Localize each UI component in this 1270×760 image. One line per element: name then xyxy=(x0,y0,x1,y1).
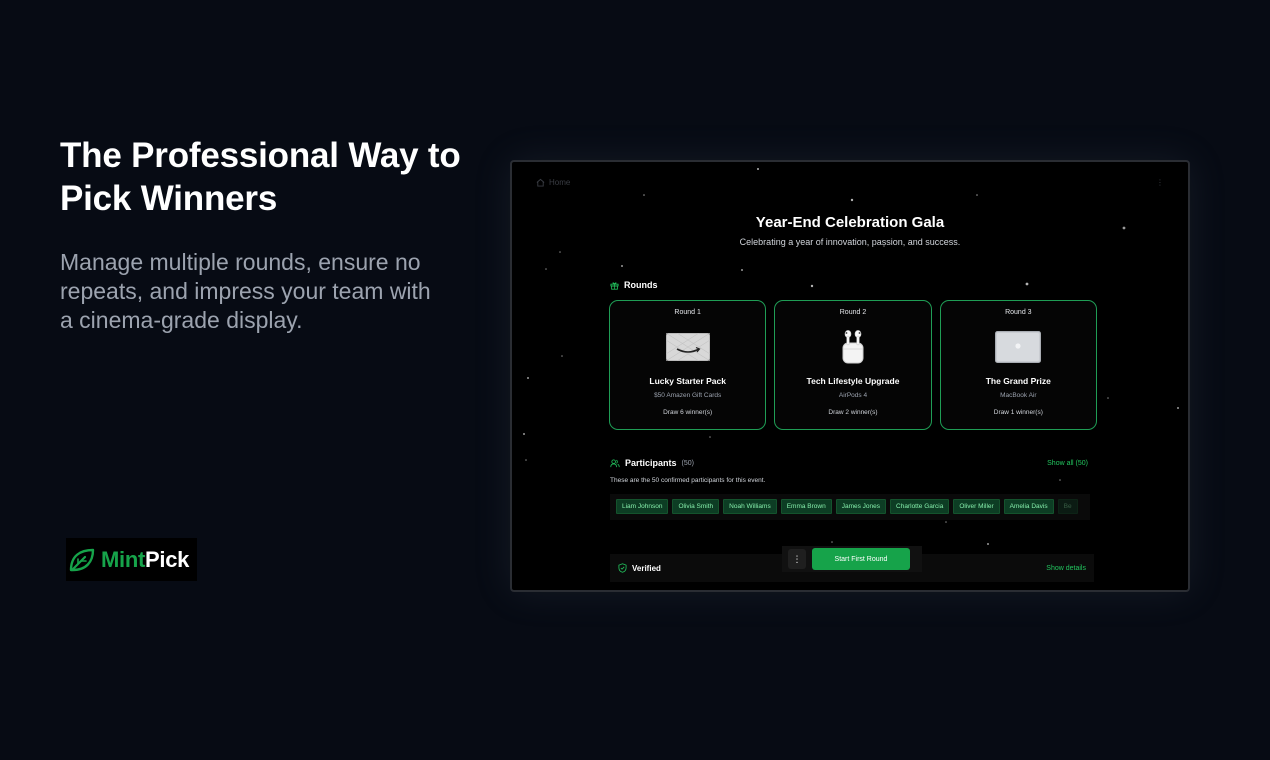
action-bar: ⋮ Start First Round xyxy=(782,546,922,572)
round-number: Round 2 xyxy=(839,309,867,316)
prize-description: $50 Amazen Gift Cards xyxy=(654,392,722,399)
leaf-icon xyxy=(69,548,95,571)
round-cards: Round 1 Lucky Starter Pack $50 Amazen Gi… xyxy=(609,300,1097,430)
participant-chip: Oliver Miller xyxy=(953,499,1000,514)
shield-check-icon xyxy=(618,563,627,573)
home-label: Home xyxy=(549,177,571,187)
verified-status: Verified xyxy=(618,563,661,573)
rounds-header: Rounds xyxy=(610,280,658,290)
gift-icon xyxy=(610,281,619,290)
participant-chip: Olivia Smith xyxy=(672,499,720,514)
prize-name: The Grand Prize xyxy=(985,376,1051,386)
prize-name: Lucky Starter Pack xyxy=(649,376,726,386)
gift-card-image xyxy=(665,328,710,366)
home-icon xyxy=(536,178,545,187)
topbar-menu-icon[interactable]: ⋮ xyxy=(1156,178,1164,187)
app-topbar: Home ⋮ xyxy=(512,174,1188,190)
participant-chip: Emma Brown xyxy=(780,499,832,514)
app-screenshot: Home ⋮ Year-End Celebration Gala Celebra… xyxy=(510,160,1190,592)
rounds-label: Rounds xyxy=(624,280,658,290)
hero-subtitle: Manage multiple rounds, ensure no repeat… xyxy=(60,249,431,333)
participant-chips: Liam Johnson Olivia Smith Noah Williams … xyxy=(610,494,1090,520)
event-subtitle: Celebrating a year of innovation, passio… xyxy=(739,237,961,247)
round-card[interactable]: Round 2 Tech Lifestyle Upgrade AirPods 4… xyxy=(774,300,932,430)
participants-count: (50) xyxy=(681,459,694,467)
participant-chip: Be xyxy=(1057,499,1078,514)
draw-count: Draw 2 winner(s) xyxy=(828,409,878,416)
brand-name: MintPick xyxy=(101,547,189,573)
event-title: Year-End Celebration Gala xyxy=(755,214,945,231)
draw-count: Draw 1 winner(s) xyxy=(993,409,1043,416)
participant-chip: Noah Williams xyxy=(723,499,777,514)
participants-note: These are the 50 confirmed participants … xyxy=(610,477,766,484)
home-link[interactable]: Home xyxy=(536,178,570,187)
brand-name-mint: Mint xyxy=(101,546,146,572)
brand-logo: MintPick xyxy=(66,538,197,581)
prize-name: Tech Lifestyle Upgrade xyxy=(806,376,900,386)
hero-title: The Professional Way to Pick Winners xyxy=(60,136,461,218)
draw-count: Draw 6 winner(s) xyxy=(663,409,713,416)
participant-chip: Liam Johnson xyxy=(616,499,669,514)
participant-chip: James Jones xyxy=(835,499,887,514)
participant-chip: Charlotte Garcia xyxy=(890,499,950,514)
start-first-round-button[interactable]: Start First Round xyxy=(812,548,910,570)
round-card[interactable]: Round 1 Lucky Starter Pack $50 Amazen Gi… xyxy=(609,300,767,430)
verified-label: Verified xyxy=(632,563,661,573)
round-number: Round 1 xyxy=(674,309,701,316)
brand-name-pick: Pick xyxy=(145,546,190,572)
participant-chip: Amelia Davis xyxy=(1003,499,1054,514)
show-all-link[interactable]: Show all (50) xyxy=(1047,460,1088,467)
prize-description: MacBook Air xyxy=(1000,392,1037,399)
participants-label: Participants xyxy=(625,458,677,468)
show-details-link[interactable]: Show details xyxy=(1046,565,1086,572)
airpods-image xyxy=(840,328,866,366)
more-options-button[interactable]: ⋮ xyxy=(788,549,806,569)
users-icon xyxy=(610,458,620,467)
participants-header: Participants (50) xyxy=(610,458,694,468)
round-card[interactable]: Round 3 The Grand Prize MacBook Air Draw… xyxy=(939,300,1097,430)
macbook-image xyxy=(995,328,1042,366)
round-number: Round 3 xyxy=(1005,309,1032,316)
prize-description: AirPods 4 xyxy=(838,392,868,399)
